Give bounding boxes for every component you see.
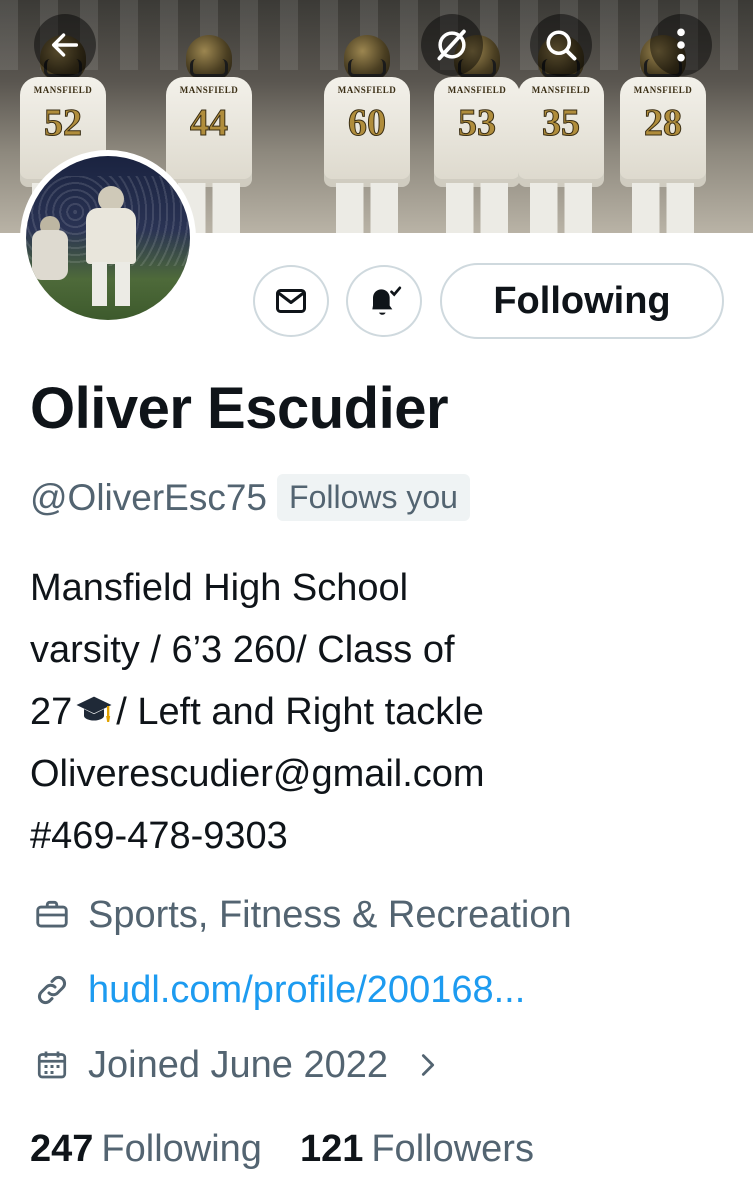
slash-circle-icon xyxy=(437,29,466,61)
banner-player: MANSFIELD 60 xyxy=(318,29,414,233)
display-name: Oliver Escudier xyxy=(30,376,449,441)
search-icon xyxy=(546,30,577,61)
bio: Mansfield High School varsity / 6’3 260/… xyxy=(30,557,730,867)
more-vertical-icon xyxy=(677,28,685,62)
follows-you-badge: Follows you xyxy=(277,474,470,521)
joined-row[interactable]: Joined June 2022 xyxy=(30,1043,464,1087)
more-button[interactable] xyxy=(650,14,712,76)
link-row[interactable]: hudl.com/profile/200168... xyxy=(30,968,525,1012)
bio-line: varsity / 6’3 260/ Class of xyxy=(30,629,455,671)
grok-button[interactable] xyxy=(421,14,483,76)
following-button[interactable]: Following xyxy=(440,263,724,339)
back-button[interactable] xyxy=(34,14,96,76)
handle: @OliverEsc75 xyxy=(30,476,268,518)
followers-stat[interactable]: 121 Followers xyxy=(300,1128,534,1171)
briefcase-icon xyxy=(30,893,74,937)
notifications-button[interactable] xyxy=(346,265,422,337)
joined-text: Joined June 2022 xyxy=(88,1043,389,1086)
category-text: Sports, Fitness & Recreation xyxy=(88,893,572,936)
profile-link[interactable]: hudl.com/profile/200168... xyxy=(88,969,525,1012)
following-stat[interactable]: 247 Following xyxy=(30,1128,262,1171)
graduation-cap-icon xyxy=(76,696,112,722)
followers-stat-label: Followers xyxy=(371,1128,534,1170)
arrow-left-icon xyxy=(51,33,79,57)
following-count: 247 xyxy=(30,1128,94,1170)
avatar[interactable] xyxy=(20,150,196,326)
message-button[interactable] xyxy=(253,265,329,337)
bio-line: Oliverescudier@gmail.com xyxy=(30,753,485,795)
following-stat-label: Following xyxy=(101,1128,262,1170)
link-icon xyxy=(30,968,74,1012)
chevron-right-icon xyxy=(406,1043,450,1087)
calendar-icon xyxy=(30,1043,74,1087)
followers-count: 121 xyxy=(299,1128,364,1170)
bell-check-icon xyxy=(372,286,402,315)
bio-line: #469-478-9303 xyxy=(30,815,288,857)
bio-line: 27 / Left and Right tackle xyxy=(30,691,484,733)
search-button[interactable] xyxy=(530,14,592,76)
follow-stats: 247 Following 121 Followers xyxy=(30,1128,572,1171)
envelope-icon xyxy=(276,289,306,313)
handle-row: @OliverEsc75 Follows you xyxy=(30,474,470,521)
bio-line: Mansfield High School xyxy=(30,567,409,609)
category-row: Sports, Fitness & Recreation xyxy=(30,893,572,937)
